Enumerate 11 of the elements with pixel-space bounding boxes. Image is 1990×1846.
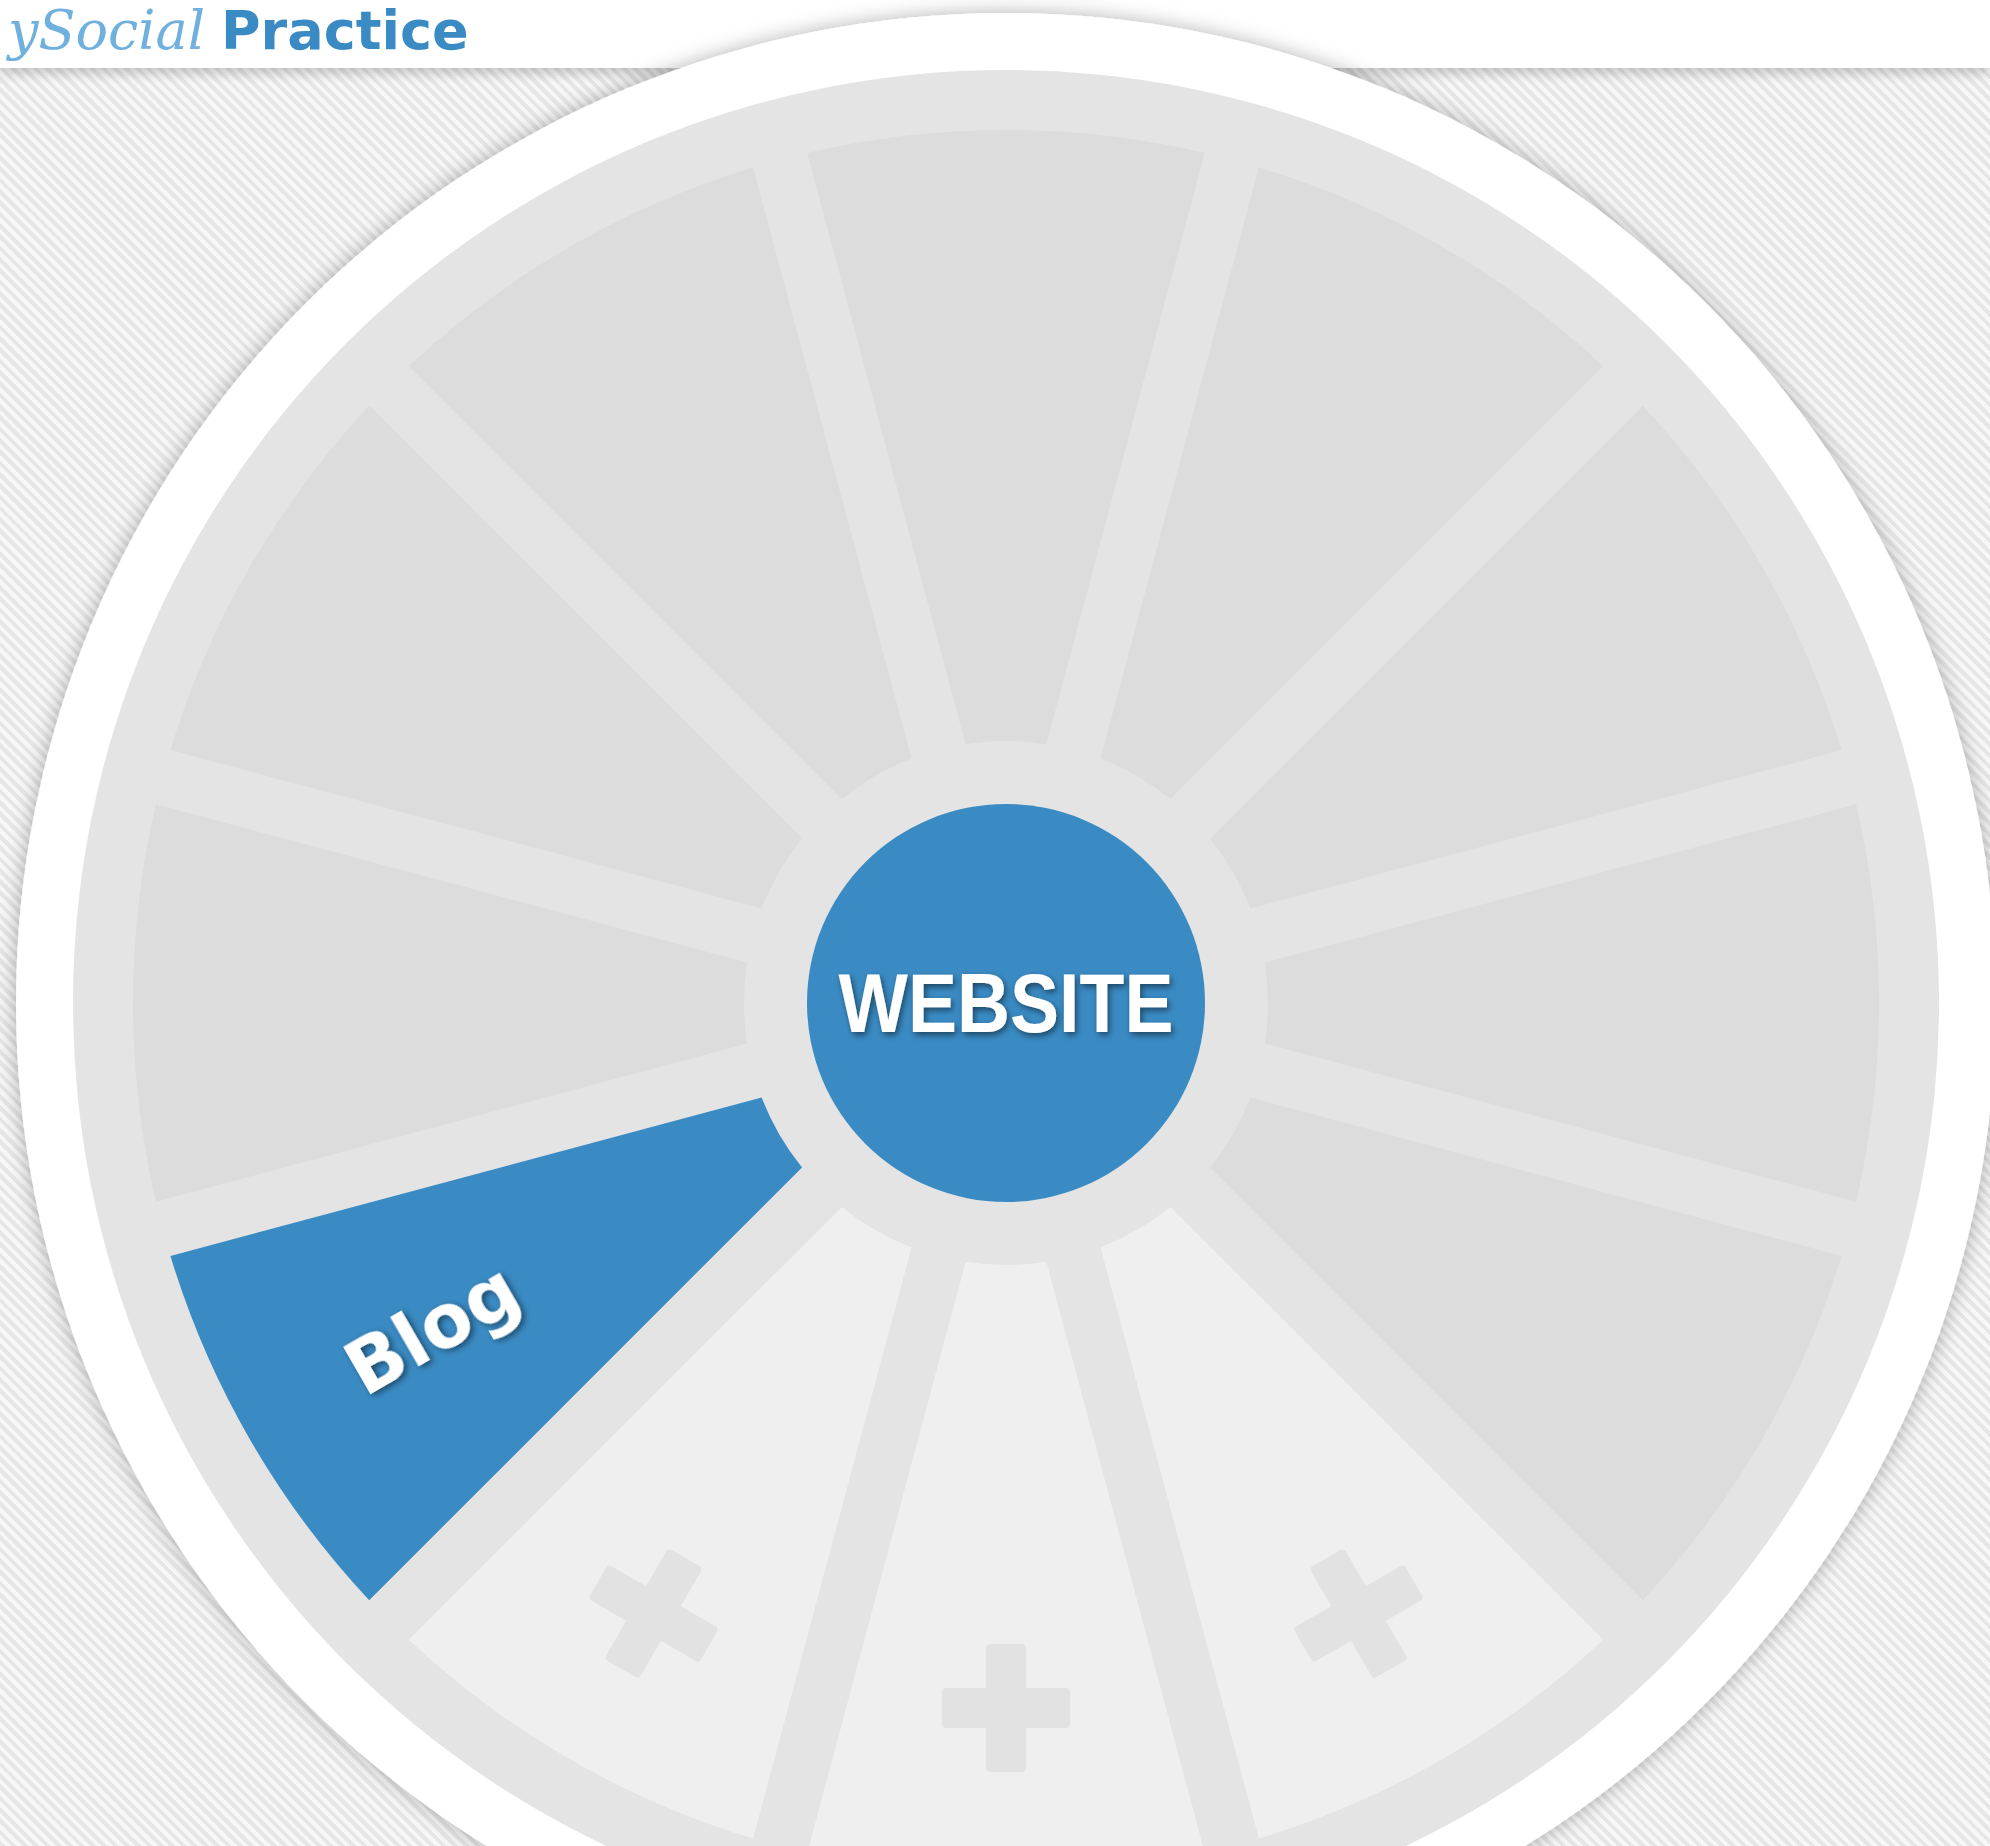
filled-segment[interactable]	[170, 1097, 802, 1601]
segment-label: Blog	[329, 1244, 534, 1412]
empty-segment[interactable]	[133, 804, 748, 1202]
empty-segment[interactable]	[170, 405, 802, 909]
empty-segment[interactable]	[1210, 1097, 1842, 1601]
empty-segment[interactable]	[408, 167, 912, 799]
empty-segment[interactable]	[1100, 167, 1604, 799]
empty-segment[interactable]	[1210, 405, 1842, 909]
center-circle[interactable]	[807, 804, 1205, 1202]
center-label: WEBSITE	[838, 956, 1222, 1050]
logo-text: Practice	[221, 4, 469, 58]
